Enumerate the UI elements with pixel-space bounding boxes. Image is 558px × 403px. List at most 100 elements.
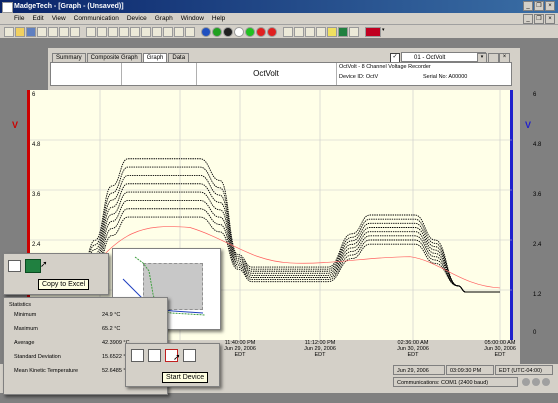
copy-to-excel-tooltip: Copy to Excel [38,279,90,290]
pan-icon[interactable] [97,26,107,37]
print-icon[interactable] [37,26,47,37]
start-icon[interactable] [245,26,255,37]
right-tick-label: 2.4 [533,242,542,248]
cursor-icon: ➚ [173,352,181,362]
x-tick-tz: EDT [407,352,419,358]
pencil-icon[interactable] [327,26,337,37]
zoom-reset-icon[interactable] [163,26,173,37]
download-device-icon[interactable] [183,349,196,362]
device-description: OctVolt - 8 Channel Voltage Recorder [339,64,431,70]
preview-icon[interactable] [48,26,58,37]
device-icon[interactable] [223,26,233,37]
status-timezone: EDT (UTC-04:00) [495,365,553,375]
statistics-title: Statistics [9,302,32,308]
info-icon[interactable] [212,26,222,37]
x-tick-tz: EDT [314,352,326,358]
save-icon[interactable] [26,26,36,37]
restore-button[interactable]: ❐ [534,1,544,11]
window-title: MadgeTech - [Graph - (Unsaved)] [14,3,124,10]
table-icon[interactable] [283,26,293,37]
menu-device[interactable]: Device [127,15,147,22]
status-icon[interactable] [234,26,244,37]
window-icon[interactable] [349,26,359,37]
report-icon[interactable] [305,26,315,37]
open-folder-icon[interactable] [15,26,25,37]
menu-window[interactable]: Window [181,15,204,22]
download-icon[interactable] [267,26,277,37]
mdi-controls: _ ❐ × [523,14,555,24]
start-device-tooltip: Start Device [162,372,209,383]
excel-icon[interactable] [338,26,348,37]
zoom-in-icon[interactable] [108,26,118,37]
right-tick-label: 3.6 [533,192,542,198]
stat-label: Minimum [14,312,37,318]
stat-label: Standard Deviation [14,354,61,360]
language-flag-icon[interactable] [365,26,381,37]
minimize-button[interactable]: _ [523,1,533,11]
title-bar: MadgeTech - [Graph - (Unsaved)] [0,0,558,13]
channel-select[interactable]: 01 - OctVolt [401,52,486,62]
tab-data[interactable]: Data [168,53,190,62]
start-device-popup: ➚ Start Device [125,343,220,387]
mdi-minimize-button[interactable]: _ [523,14,533,24]
mdi-restore-button[interactable]: ❐ [534,14,544,24]
status-communications: Communications: COM1 (2400 baud) [393,377,518,387]
x-tick-label: 11:12:00 PM Jun 29, 2006 EDT [290,340,350,358]
zoom-y-icon[interactable] [141,26,151,37]
graph-title: OctVolt [196,63,337,85]
zoom-out-icon[interactable] [119,26,129,37]
channel-select-value: 01 - OctVolt [414,55,446,61]
status-date: Jun 29, 2006 [393,365,445,375]
menu-view[interactable]: View [52,15,66,22]
tab-graph[interactable]: Graph [142,53,168,62]
close-icon [522,378,530,386]
right-axis-unit: V [525,120,532,130]
zoom-x-icon[interactable] [130,26,140,37]
gear-icon [542,378,550,386]
excel-icon[interactable] [25,259,41,273]
cursor-icon[interactable] [86,26,96,37]
serial-number: Serial No: A00000 [423,74,468,80]
menu-bar: File Edit View Communication Device Grap… [0,13,558,25]
app-icon [2,2,13,13]
mdi-close-button[interactable]: × [545,14,555,24]
table-icon[interactable] [8,260,21,272]
stat-value: 24.9 °C [102,312,121,318]
stat-value: 65.2 °C [102,326,121,332]
chevron-down-icon[interactable]: ▾ [382,27,388,37]
grid-icon[interactable] [294,26,304,37]
stat-label: Average [14,340,35,346]
x-tick-label: 05:00:00 AM Jun 30, 2006 EDT [470,340,530,358]
tab-summary[interactable]: Summary [52,53,86,62]
device-id: Device ID: OctV [339,74,379,80]
help-icon[interactable] [201,26,211,37]
left-axis-unit: V [12,120,19,130]
stop-icon[interactable] [256,26,266,37]
search-icon[interactable] [59,26,69,37]
menu-communication[interactable]: Communication [74,15,119,22]
right-tick-label: 0 [533,330,537,336]
menu-help[interactable]: Help [212,15,225,22]
attach-icon[interactable] [70,26,80,37]
x-tick-tz: EDT [494,352,506,358]
tab-composite-graph[interactable]: Composite Graph [86,53,142,62]
toolbar: ▾ [0,25,558,39]
menu-file[interactable]: File [14,15,24,22]
menu-graph[interactable]: Graph [155,15,173,22]
statistics-icon[interactable] [316,26,326,37]
stat-label: Maximum [14,326,38,332]
zoom-all-icon[interactable] [185,26,195,37]
new-file-icon[interactable] [4,26,14,37]
window-controls: _ ❐ × [523,1,555,11]
close-button[interactable]: × [545,1,555,11]
start-device-icon[interactable] [148,349,161,362]
zoom-fit-icon[interactable] [174,26,184,37]
copy-to-excel-popup: ➚ Copy to Excel [3,253,109,295]
right-tick-label: 1.2 [533,292,542,298]
zoom-box-icon[interactable] [152,26,162,37]
x-tick-label: 02:36:00 AM Jun 30, 2006 EDT [383,340,443,358]
stat-label: Mean Kinetic Temperature [14,368,79,374]
right-tick-label: 6 [533,92,537,98]
menu-edit[interactable]: Edit [32,15,43,22]
device-status-icon[interactable] [131,349,144,362]
